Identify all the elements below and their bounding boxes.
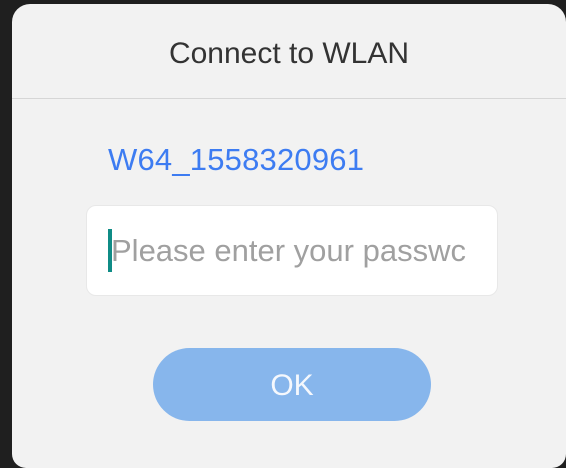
password-field-container[interactable] [86, 205, 498, 296]
title-divider [12, 98, 566, 99]
network-name: W64_1558320961 [108, 142, 365, 177]
ok-button[interactable]: OK [153, 348, 431, 421]
connect-wlan-dialog: Connect to WLAN W64_1558320961 OK [12, 4, 566, 468]
password-input[interactable] [111, 206, 491, 295]
dialog-title: Connect to WLAN [168, 37, 410, 70]
